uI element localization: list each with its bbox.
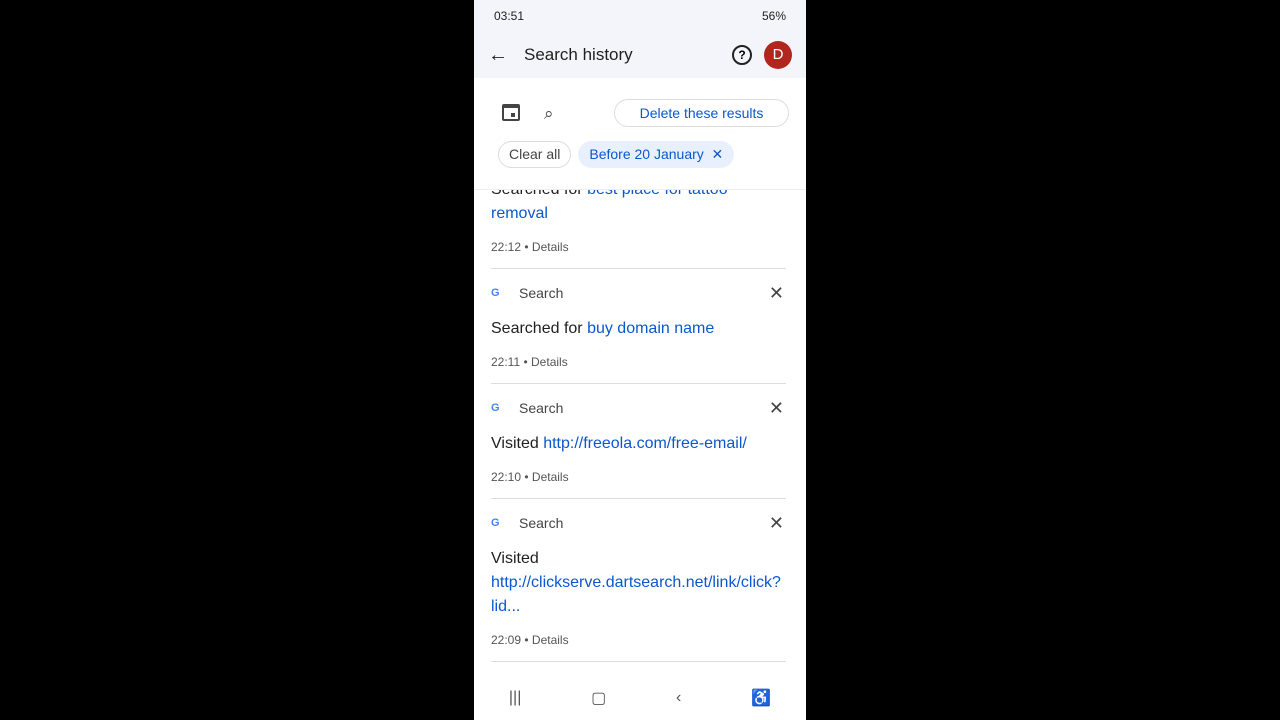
calendar-icon[interactable]: [502, 104, 520, 121]
details-link[interactable]: Details: [531, 355, 568, 369]
date-filter-chip[interactable]: Before 20 January ✕: [578, 141, 735, 168]
item-prefix: Visited: [491, 550, 539, 567]
list-item: G Search ✕ Visited http://clickserve.dart…: [474, 499, 806, 662]
status-time: 03:51: [494, 9, 525, 23]
page-title: Search history: [524, 45, 633, 64]
history-list[interactable]: Searched for best place for tattoo remov…: [474, 189, 806, 677]
remove-icon[interactable]: ✕: [769, 513, 784, 534]
item-source: Search: [519, 400, 564, 416]
item-link[interactable]: http://clickserve.dartsearch.net/link/cl…: [491, 574, 781, 615]
item-time: 22:09: [491, 633, 522, 647]
item-link[interactable]: buy domain name: [587, 320, 714, 337]
home-icon[interactable]: ▢: [591, 688, 606, 708]
android-nav-bar: ||| ▢ ‹ ♿: [474, 676, 806, 720]
item-time: 22:10: [491, 470, 522, 484]
remove-icon[interactable]: ✕: [769, 283, 784, 304]
help-icon[interactable]: ?: [732, 45, 752, 65]
item-source: Search: [519, 515, 564, 531]
recents-icon[interactable]: |||: [509, 689, 521, 707]
status-bar: 03:51 56%: [474, 0, 806, 32]
filter-chips: Clear all Before 20 January ✕: [498, 141, 735, 168]
item-source: Search: [519, 285, 564, 301]
details-link[interactable]: Details: [532, 240, 569, 254]
item-prefix: Searched for: [491, 189, 583, 198]
back-icon[interactable]: ‹: [676, 689, 681, 707]
google-icon: G: [491, 287, 500, 299]
avatar[interactable]: D: [764, 41, 792, 69]
details-link[interactable]: Details: [532, 470, 569, 484]
date-filter-label: Before 20 January: [589, 146, 704, 162]
google-icon: G: [491, 517, 500, 529]
close-icon[interactable]: ✕: [708, 146, 724, 162]
status-battery: 56%: [761, 9, 786, 23]
item-link[interactable]: http://freeola.com/free-email/: [543, 435, 747, 452]
back-arrow-icon[interactable]: ←: [488, 44, 512, 67]
item-prefix: Visited: [491, 435, 539, 452]
remove-icon[interactable]: ✕: [769, 398, 784, 419]
list-item: G Search ✕ Visited http://freeola.com/fre…: [474, 384, 806, 499]
clear-all-chip[interactable]: Clear all: [498, 141, 572, 168]
search-icon[interactable]: ⌕: [544, 104, 554, 124]
phone-screen: 03:51 56% ← Search history ? D ⌕ Delete …: [474, 0, 806, 720]
list-item: Searched for best place for tattoo remov…: [474, 189, 806, 269]
item-time: 22:12: [491, 240, 522, 254]
delete-results-button[interactable]: Delete these results: [614, 99, 789, 127]
app-bar: ← Search history ? D: [474, 32, 806, 78]
details-link[interactable]: Details: [532, 633, 569, 647]
accessibility-icon[interactable]: ♿: [751, 688, 771, 708]
item-prefix: Searched for: [491, 320, 583, 337]
google-icon: G: [491, 402, 500, 414]
toolbar: ⌕ Delete these results: [474, 96, 806, 132]
list-item: G Search ✕ Searched for buy domain name 2…: [474, 269, 806, 384]
item-time: 22:11: [491, 355, 521, 369]
